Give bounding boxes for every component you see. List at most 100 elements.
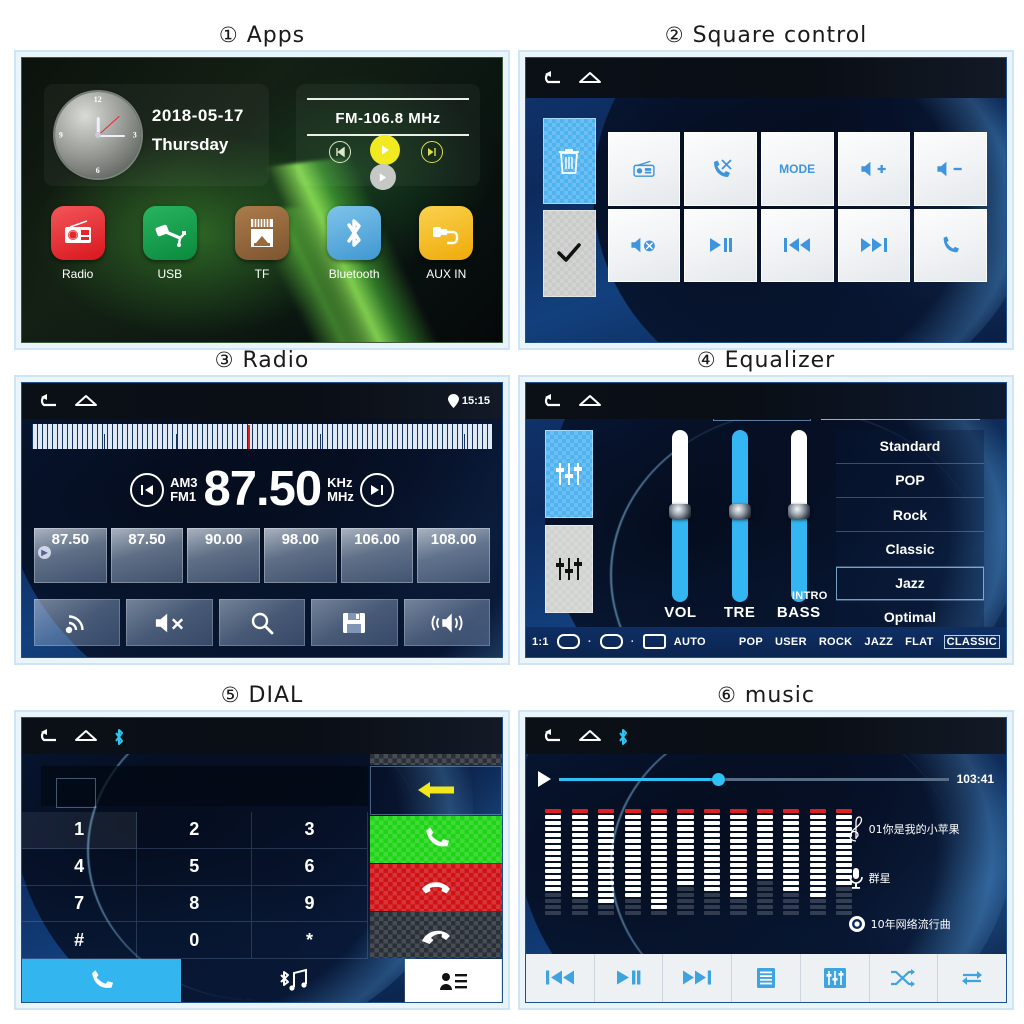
- fm-prev-button[interactable]: [328, 140, 351, 163]
- backspace-arrow-icon[interactable]: [370, 765, 502, 815]
- playlist-icon[interactable]: [732, 953, 801, 1002]
- app-shortcut-usb[interactable]: USB: [128, 205, 211, 281]
- antenna-icon[interactable]: [34, 599, 121, 647]
- button-call[interactable]: [914, 208, 987, 283]
- preset-standard[interactable]: Standard: [835, 430, 985, 464]
- app-shortcut-tf[interactable]: TF: [221, 205, 304, 281]
- equalizer-icon[interactable]: [801, 953, 870, 1002]
- slider-knob[interactable]: [669, 504, 692, 520]
- button-volume-up[interactable]: [837, 131, 911, 206]
- key-3[interactable]: 3: [252, 811, 368, 849]
- call-end-icon[interactable]: [370, 863, 502, 911]
- call-hangup-icon[interactable]: [370, 911, 502, 959]
- equalizer-tile-active[interactable]: [545, 429, 594, 518]
- call-answer-icon[interactable]: [370, 815, 502, 863]
- key-9[interactable]: 9: [252, 885, 368, 923]
- tune-down-button[interactable]: [130, 472, 165, 507]
- home-icon[interactable]: [578, 393, 601, 409]
- fade-oval-icon-left[interactable]: [556, 634, 580, 650]
- app-shortcut-aux[interactable]: AUX IN: [405, 205, 488, 281]
- home-icon[interactable]: [74, 728, 97, 744]
- preset-button[interactable]: 98.00: [264, 528, 337, 584]
- key-star[interactable]: *: [252, 922, 368, 960]
- fm-play-button[interactable]: [369, 134, 400, 165]
- fm-next-button[interactable]: [421, 140, 444, 163]
- app-shortcut-bluetooth[interactable]: Bluetooth: [313, 205, 396, 281]
- skip-next-icon[interactable]: [663, 953, 733, 1002]
- back-icon[interactable]: [36, 728, 58, 744]
- slider-track[interactable]: [669, 429, 692, 603]
- tab-bluetooth-music[interactable]: [181, 959, 405, 1002]
- preset-button[interactable]: 106.00: [340, 528, 414, 584]
- fm-secondary-play-button[interactable]: [369, 164, 396, 191]
- repeat-icon[interactable]: [938, 954, 1006, 1002]
- preset-button[interactable]: 87.50: [110, 528, 184, 584]
- search-icon[interactable]: [218, 599, 306, 647]
- button-radio[interactable]: [607, 131, 681, 206]
- preset-jazz[interactable]: Jazz: [835, 567, 985, 601]
- tab-dial[interactable]: [22, 959, 182, 1002]
- slider-knob[interactable]: [728, 504, 751, 520]
- key-7[interactable]: 7: [22, 885, 138, 923]
- key-5[interactable]: 5: [137, 848, 253, 886]
- mode-classic[interactable]: CLASSIC: [943, 634, 1000, 649]
- fm-radio-widget[interactable]: FM-106.8 MHz: [295, 83, 481, 191]
- frequency-ruler[interactable]: [31, 424, 493, 449]
- auto-label[interactable]: AUTO: [674, 636, 706, 648]
- slider-tre[interactable]: TRE: [715, 429, 765, 636]
- volume-mute-icon[interactable]: [126, 599, 213, 647]
- preset-pop[interactable]: POP: [835, 464, 985, 499]
- slider-track[interactable]: [728, 429, 751, 603]
- tune-up-button[interactable]: [359, 472, 394, 507]
- equalizer-tile-inactive[interactable]: [545, 524, 594, 614]
- fade-oval-icon-right[interactable]: [642, 634, 666, 650]
- preset-button[interactable]: 87.50 ▶: [34, 528, 107, 584]
- clock-widget[interactable]: 12 3 6 9 2018-05-17 Thursday: [43, 83, 270, 186]
- preset-button[interactable]: 90.00: [187, 528, 261, 584]
- back-icon[interactable]: [540, 70, 562, 86]
- shuffle-icon[interactable]: [870, 953, 939, 1002]
- slider-track[interactable]: [787, 429, 810, 603]
- home-icon[interactable]: [74, 393, 97, 409]
- back-icon[interactable]: [540, 393, 562, 409]
- tab-contacts[interactable]: [405, 959, 502, 1002]
- button-mode[interactable]: MODE: [760, 131, 834, 206]
- save-icon[interactable]: [311, 599, 398, 647]
- button-call-reject[interactable]: [684, 131, 757, 206]
- mode-flat[interactable]: FLAT: [903, 636, 936, 648]
- play-pause-icon[interactable]: [595, 953, 664, 1002]
- fade-oval-icon-center[interactable]: [599, 634, 623, 650]
- key-1[interactable]: 1: [22, 811, 138, 849]
- button-mute[interactable]: [607, 208, 681, 283]
- preset-classic[interactable]: Classic: [835, 532, 985, 567]
- home-icon[interactable]: [578, 728, 601, 744]
- slider-vol[interactable]: VOL: [656, 429, 706, 636]
- preset-button[interactable]: 108.00: [417, 528, 491, 584]
- mode-pop[interactable]: POP: [737, 636, 765, 648]
- preset-rock[interactable]: Rock: [835, 498, 985, 533]
- play-icon[interactable]: [538, 771, 551, 788]
- slider-bass[interactable]: BASS INTRO: [774, 429, 827, 636]
- mode-rock[interactable]: ROCK: [817, 636, 855, 648]
- mode-user[interactable]: USER: [773, 636, 809, 648]
- loudness-icon[interactable]: [403, 599, 491, 647]
- key-2[interactable]: 2: [137, 811, 253, 849]
- progress-slider[interactable]: [559, 772, 949, 786]
- back-icon[interactable]: [540, 728, 562, 744]
- button-next[interactable]: [837, 208, 911, 283]
- delete-tile[interactable]: [542, 117, 596, 204]
- key-hash[interactable]: #: [22, 922, 138, 960]
- back-icon[interactable]: [36, 393, 58, 409]
- button-previous[interactable]: [760, 208, 834, 283]
- button-play-pause[interactable]: [684, 208, 757, 283]
- key-4[interactable]: 4: [22, 848, 138, 886]
- mode-jazz[interactable]: JAZZ: [862, 636, 895, 648]
- key-0[interactable]: 0: [137, 922, 253, 960]
- app-shortcut-radio[interactable]: Radio: [36, 205, 119, 281]
- skip-previous-icon[interactable]: [526, 953, 595, 1002]
- confirm-tile[interactable]: [542, 210, 596, 297]
- key-8[interactable]: 8: [137, 885, 253, 923]
- slider-knob[interactable]: [787, 504, 810, 520]
- home-icon[interactable]: [578, 70, 601, 86]
- button-volume-down[interactable]: [914, 131, 987, 206]
